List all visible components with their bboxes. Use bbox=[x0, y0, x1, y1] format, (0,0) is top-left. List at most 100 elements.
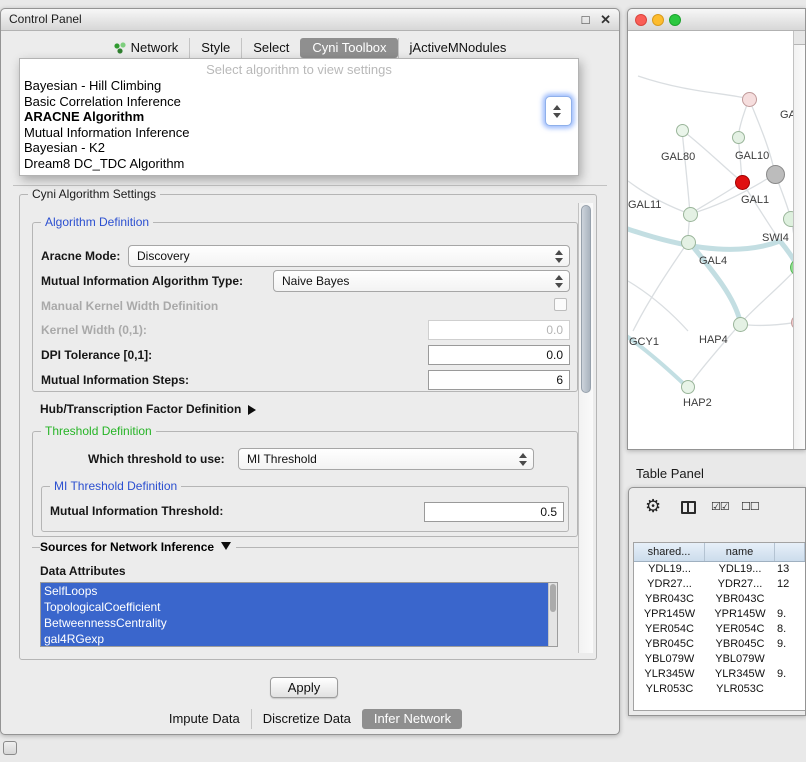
network-node[interactable] bbox=[735, 175, 750, 190]
table-row[interactable]: YPR145WYPR145W9. bbox=[634, 607, 805, 622]
close-window-icon[interactable]: ✕ bbox=[600, 12, 611, 27]
kernel-width-field[interactable]: 0.0 bbox=[428, 320, 570, 340]
attribute-item-selfloops[interactable]: SelfLoops bbox=[41, 583, 548, 599]
tab-network[interactable]: Network bbox=[103, 38, 190, 58]
network-node[interactable] bbox=[732, 131, 745, 144]
attributes-scrollbar-thumb[interactable] bbox=[550, 584, 556, 612]
mi-threshold-field[interactable]: 0.5 bbox=[424, 502, 564, 522]
network-window-titlebar[interactable] bbox=[628, 9, 805, 31]
which-threshold-combobox[interactable]: MI Threshold bbox=[238, 448, 534, 470]
minimized-panel-icon[interactable] bbox=[3, 741, 17, 755]
sources-section-label: Sources for Network Inference bbox=[40, 540, 214, 554]
tab-style[interactable]: Style bbox=[189, 38, 241, 58]
tab-discretize-data[interactable]: Discretize Data bbox=[251, 709, 362, 729]
tab-impute-data[interactable]: Impute Data bbox=[158, 709, 251, 729]
hub-section-label: Hub/Transcription Factor Definition bbox=[40, 402, 241, 416]
network-node[interactable] bbox=[783, 211, 793, 227]
algorithm-combobox-focus[interactable] bbox=[545, 96, 572, 126]
float-window-icon[interactable]: □ bbox=[582, 12, 590, 27]
table-cell: YPR145W bbox=[634, 607, 705, 622]
table-row[interactable]: YBR045CYBR045C9. bbox=[634, 637, 805, 652]
table-row[interactable]: YBR043CYBR043C bbox=[634, 592, 805, 607]
attribute-item-gal4rgexp[interactable]: gal4RGexp bbox=[41, 631, 548, 647]
network-node[interactable] bbox=[681, 380, 695, 394]
table-cell: YPR145W bbox=[705, 607, 775, 622]
table-columns-icon[interactable] bbox=[681, 501, 696, 514]
column-header-2[interactable] bbox=[775, 543, 805, 561]
data-attributes-list[interactable]: SelfLoopsTopologicalCoefficientBetweenne… bbox=[40, 582, 558, 647]
attribute-item-betweennesscentrality[interactable]: BetweennessCentrality bbox=[41, 615, 548, 631]
node-table: shared...name YDL19...YDL19...13YDR27...… bbox=[633, 542, 805, 711]
table-row[interactable]: YLR053CYLR053C bbox=[634, 682, 805, 697]
aracne-mode-combobox[interactable]: Discovery bbox=[128, 245, 570, 267]
network-node[interactable] bbox=[683, 207, 698, 222]
table-row[interactable]: YDL19...YDL19...13 bbox=[634, 562, 805, 577]
column-header-0[interactable]: shared... bbox=[634, 543, 705, 561]
attribute-item-topologicalcoefficient[interactable]: TopologicalCoefficient bbox=[41, 599, 548, 615]
network-node-label: GAL11 bbox=[628, 199, 661, 211]
tab-cyni-toolbox[interactable]: Cyni Toolbox bbox=[300, 38, 397, 58]
manual-kernel-checkbox[interactable] bbox=[554, 298, 567, 311]
table-cell: YDL19... bbox=[705, 562, 775, 577]
algorithm-option-basic-correlation-inference[interactable]: Basic Correlation Inference bbox=[20, 94, 578, 110]
table-cell: YBR043C bbox=[705, 592, 775, 607]
tab-jactivemnodules[interactable]: jActiveMNodules bbox=[398, 38, 518, 58]
algorithm-option-aracne-algorithm[interactable]: ARACNE Algorithm bbox=[20, 109, 578, 125]
apply-button[interactable]: Apply bbox=[270, 677, 338, 698]
network-node[interactable] bbox=[742, 92, 757, 107]
cyni-algorithm-settings-group: Cyni Algorithm Settings Algorithm Defini… bbox=[19, 194, 597, 660]
minimize-traffic-light[interactable] bbox=[652, 14, 664, 26]
table-settings-gear-icon[interactable]: ⚙ bbox=[645, 496, 661, 517]
hub-section-toggle[interactable]: Hub/Transcription Factor Definition bbox=[40, 401, 256, 417]
network-canvas[interactable]: GALGAL80GAL10GAL11GAL1SWI4GAL4GCY1HAP4HA… bbox=[628, 31, 793, 449]
close-traffic-light[interactable] bbox=[635, 14, 647, 26]
algorithm-definition-legend: Algorithm Definition bbox=[41, 215, 153, 229]
table-panel-title: Table Panel bbox=[636, 466, 704, 481]
settings-scrollbar-thumb[interactable] bbox=[581, 205, 591, 393]
table-row[interactable]: YBL079WYBL079W bbox=[634, 652, 805, 667]
collapsed-arrow-icon bbox=[248, 405, 256, 415]
aracne-mode-label: Aracne Mode: bbox=[41, 246, 120, 266]
algorithm-option-bayesian-hill-climbing[interactable]: Bayesian - Hill Climbing bbox=[20, 78, 578, 94]
table-row[interactable]: YLR345WYLR345W9. bbox=[634, 667, 805, 682]
which-threshold-label: Which threshold to use: bbox=[88, 449, 225, 469]
sources-section-toggle[interactable]: Sources for Network Inference bbox=[40, 540, 236, 555]
algorithm-option-bayesian-k2[interactable]: Bayesian - K2 bbox=[20, 140, 578, 156]
table-cell: 9. bbox=[775, 667, 805, 682]
tab-infer-network[interactable]: Infer Network bbox=[362, 709, 462, 729]
network-scrollbar-button[interactable] bbox=[794, 31, 805, 45]
network-node-label: GAL80 bbox=[661, 151, 695, 163]
network-node[interactable] bbox=[676, 124, 689, 137]
network-node[interactable] bbox=[766, 165, 785, 184]
dpi-tolerance-field[interactable]: 0.0 bbox=[428, 345, 570, 365]
table-cell bbox=[775, 682, 805, 697]
tab-select[interactable]: Select bbox=[241, 38, 300, 58]
algorithm-option-dream8-dc-tdc-algorithm[interactable]: Dream8 DC_TDC Algorithm bbox=[20, 156, 578, 172]
network-node-label: GAL10 bbox=[735, 150, 769, 162]
table-cell: YER054C bbox=[705, 622, 775, 637]
table-row[interactable]: YER054CYER054C8. bbox=[634, 622, 805, 637]
mi-algorithm-type-combobox[interactable]: Naive Bayes bbox=[273, 270, 570, 292]
network-node[interactable] bbox=[681, 235, 696, 250]
deselect-all-columns-icon[interactable]: ☐☐ bbox=[741, 500, 759, 513]
table-cell: 9. bbox=[775, 637, 805, 652]
algorithm-dropdown-popup: Select algorithm to view settingsBayesia… bbox=[19, 58, 579, 176]
table-panel-window: ⚙ ☑☑ ☐☐ shared...name YDL19...YDL19...13… bbox=[628, 487, 806, 716]
bottom-tabs: Impute DataDiscretize DataInfer Network bbox=[1, 709, 619, 729]
table-cell: YLR053C bbox=[634, 682, 705, 697]
table-row[interactable]: YDR27...YDR27...12 bbox=[634, 577, 805, 592]
network-scrollbar[interactable] bbox=[793, 31, 805, 449]
select-all-columns-icon[interactable]: ☑☑ bbox=[711, 500, 729, 513]
stepper-arrows-icon bbox=[519, 453, 528, 466]
control-panel-titlebar[interactable]: Control Panel □ ✕ bbox=[1, 9, 619, 31]
tab-label: Select bbox=[253, 40, 289, 56]
settings-scrollbar[interactable] bbox=[578, 203, 593, 653]
zoom-traffic-light[interactable] bbox=[669, 14, 681, 26]
attributes-scrollbar[interactable] bbox=[548, 583, 557, 646]
algorithm-placeholder: Select algorithm to view settings bbox=[20, 62, 578, 78]
mi-steps-field[interactable]: 6 bbox=[428, 370, 570, 390]
network-node[interactable] bbox=[733, 317, 748, 332]
column-header-1[interactable]: name bbox=[705, 543, 775, 561]
algorithm-option-mutual-information-inference[interactable]: Mutual Information Inference bbox=[20, 125, 578, 141]
table-body: YDL19...YDL19...13YDR27...YDR27...12YBR0… bbox=[634, 562, 805, 697]
